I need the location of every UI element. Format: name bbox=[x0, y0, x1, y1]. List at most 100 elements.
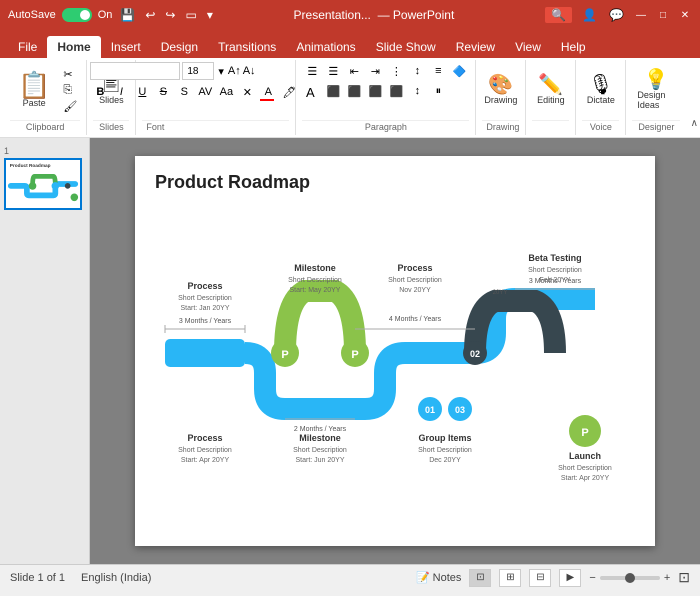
slide-thumbnail-1[interactable]: 1 Product Roadmap bbox=[4, 146, 85, 210]
increase-font-btn[interactable]: A↑ bbox=[228, 65, 241, 77]
save-icon[interactable]: 💾 bbox=[118, 6, 137, 24]
normal-view-button[interactable]: ⊡ bbox=[469, 569, 491, 587]
drawing-button[interactable]: 🎨 Drawing bbox=[479, 72, 522, 108]
font-size-dropdown[interactable]: ▾ bbox=[216, 65, 226, 78]
cut-button[interactable]: ✂ bbox=[60, 67, 80, 82]
underline-button[interactable]: U bbox=[132, 83, 152, 101]
smartart-button[interactable]: 🔷 bbox=[449, 62, 469, 80]
columns-button[interactable]: ⏸ bbox=[428, 82, 448, 100]
svg-text:Short Description: Short Description bbox=[293, 447, 347, 454]
copy-icon: ⎘ bbox=[63, 84, 72, 97]
voice-items: 🎙 Dictate bbox=[582, 62, 620, 118]
tab-help[interactable]: Help bbox=[551, 36, 596, 58]
slideshow-view-button[interactable]: ▶ bbox=[559, 569, 581, 587]
redo-icon[interactable]: ↪ bbox=[163, 6, 177, 24]
customize-icon[interactable]: ▾ bbox=[205, 6, 215, 24]
tab-transitions[interactable]: Transitions bbox=[208, 36, 286, 58]
paragraph-label: Paragraph bbox=[302, 120, 469, 133]
designer-group: 💡 Design Ideas Designer bbox=[626, 60, 686, 135]
strikethrough-button[interactable]: S bbox=[153, 83, 173, 101]
align-text-button[interactable]: ≡ bbox=[428, 62, 448, 80]
list-btns: ☰ ☰ ⇤ ⇥ ⋮ ↕ ≡ 🔷 bbox=[302, 62, 469, 80]
zoom-in-button[interactable]: + bbox=[664, 572, 670, 584]
svg-text:P: P bbox=[281, 349, 288, 361]
slideshow-icon[interactable]: ▭ bbox=[183, 6, 198, 24]
undo-icon[interactable]: ↩ bbox=[143, 6, 157, 24]
numbered-list-button[interactable]: ☰ bbox=[323, 62, 343, 80]
autosave-toggle[interactable] bbox=[62, 8, 92, 22]
svg-text:Start: Apr 20YY: Start: Apr 20YY bbox=[561, 475, 610, 482]
reading-view-button[interactable]: ⊟ bbox=[529, 569, 551, 587]
align-right-button[interactable]: ⬛ bbox=[365, 82, 385, 100]
tab-file[interactable]: File bbox=[8, 36, 47, 58]
maximize-button[interactable]: □ bbox=[656, 8, 670, 22]
svg-text:Start: Jan 20YY: Start: Jan 20YY bbox=[180, 305, 229, 312]
font-name-input[interactable] bbox=[90, 62, 180, 80]
canvas-area: Product Roadmap P P 01 bbox=[90, 138, 700, 564]
copy-button[interactable]: ⎘ bbox=[60, 83, 80, 98]
slide-sorter-button[interactable]: ⊞ bbox=[499, 569, 521, 587]
clipboard-small-btns: ✂ ⎘ 🖌 bbox=[60, 67, 80, 114]
drawing-label: Drawing bbox=[482, 120, 519, 133]
column-button[interactable]: ⋮ bbox=[386, 62, 406, 80]
justify-button[interactable]: ⬛ bbox=[386, 82, 406, 100]
dictate-button[interactable]: 🎙 Dictate bbox=[582, 72, 620, 108]
case-button[interactable]: Aa bbox=[216, 83, 236, 101]
fit-button[interactable]: ⊡ bbox=[678, 569, 690, 586]
font-size-input[interactable] bbox=[182, 62, 214, 80]
search-box[interactable]: 🔍 bbox=[545, 7, 572, 23]
clipboard-group: 📋 Paste ✂ ⎘ 🖌 Clipboard bbox=[4, 60, 87, 135]
tab-design[interactable]: Design bbox=[151, 36, 208, 58]
bullets-button[interactable]: ☰ bbox=[302, 62, 322, 80]
drawing-icon: 🎨 bbox=[488, 75, 513, 95]
slide-title: Product Roadmap bbox=[155, 172, 635, 193]
text-direction-button[interactable]: ↕ bbox=[407, 62, 427, 80]
format-painter-button[interactable]: 🖌 bbox=[60, 99, 80, 114]
tab-view[interactable]: View bbox=[505, 36, 551, 58]
svg-text:Short Description: Short Description bbox=[178, 447, 232, 454]
svg-text:Short Description: Short Description bbox=[388, 277, 442, 284]
font-selector-row: ▾ A↑ A↓ bbox=[90, 62, 255, 80]
minimize-button[interactable]: — bbox=[634, 8, 648, 22]
italic-button[interactable]: I bbox=[111, 83, 131, 101]
spacing-button[interactable]: AV bbox=[195, 83, 215, 101]
autosave-dot bbox=[80, 10, 90, 20]
main-area: 1 Product Roadmap Product Roadmap bbox=[0, 138, 700, 564]
bold-button[interactable]: B bbox=[90, 83, 110, 101]
comments-icon[interactable]: 💬 bbox=[607, 6, 626, 24]
tab-insert[interactable]: Insert bbox=[101, 36, 151, 58]
font-color-button[interactable]: A bbox=[258, 83, 278, 101]
clear-format-button[interactable]: ✕ bbox=[237, 83, 257, 101]
svg-text:03: 03 bbox=[455, 405, 465, 415]
editing-button[interactable]: ✏️ Editing bbox=[532, 72, 570, 108]
shadow-button[interactable]: S bbox=[174, 83, 194, 101]
design-ideas-button[interactable]: 💡 Design Ideas bbox=[632, 67, 680, 113]
increase-indent-button[interactable]: ⇥ bbox=[365, 62, 385, 80]
share-icon[interactable]: 👤 bbox=[580, 6, 599, 24]
align-left-button[interactable]: ⬛ bbox=[323, 82, 343, 100]
format-painter-icon: 🖌 bbox=[63, 100, 77, 113]
cut-icon: ✂ bbox=[63, 68, 72, 81]
notes-button[interactable]: 📝 Notes bbox=[416, 571, 461, 584]
svg-text:Start: May 20YY: Start: May 20YY bbox=[290, 287, 341, 294]
svg-text:3 Months / Years: 3 Months / Years bbox=[179, 318, 232, 325]
tab-home[interactable]: Home bbox=[47, 36, 100, 58]
ribbon-collapse-button[interactable]: ∧ bbox=[686, 115, 700, 131]
editing-group-label bbox=[532, 120, 569, 133]
tab-animations[interactable]: Animations bbox=[286, 36, 365, 58]
svg-text:Short Description: Short Description bbox=[178, 295, 232, 302]
decrease-font-btn[interactable]: A↓ bbox=[243, 65, 256, 77]
align-center-button[interactable]: ⬛ bbox=[344, 82, 364, 100]
decrease-indent-button[interactable]: ⇤ bbox=[344, 62, 364, 80]
notes-icon: 📝 bbox=[416, 571, 430, 584]
line-spacing-button[interactable]: ↕ bbox=[407, 82, 427, 100]
autosave-label: AutoSave bbox=[8, 9, 56, 21]
tab-review[interactable]: Review bbox=[446, 36, 505, 58]
zoom-out-button[interactable]: − bbox=[589, 572, 595, 584]
zoom-slider[interactable] bbox=[600, 576, 660, 580]
paste-button[interactable]: 📋 Paste bbox=[10, 68, 58, 112]
title-bar-left: AutoSave On 💾 ↩ ↪ ▭ ▾ bbox=[8, 6, 215, 24]
tab-slideshow[interactable]: Slide Show bbox=[366, 36, 446, 58]
slide-thumb-image[interactable]: Product Roadmap bbox=[4, 158, 82, 210]
close-button[interactable]: ✕ bbox=[678, 8, 692, 22]
